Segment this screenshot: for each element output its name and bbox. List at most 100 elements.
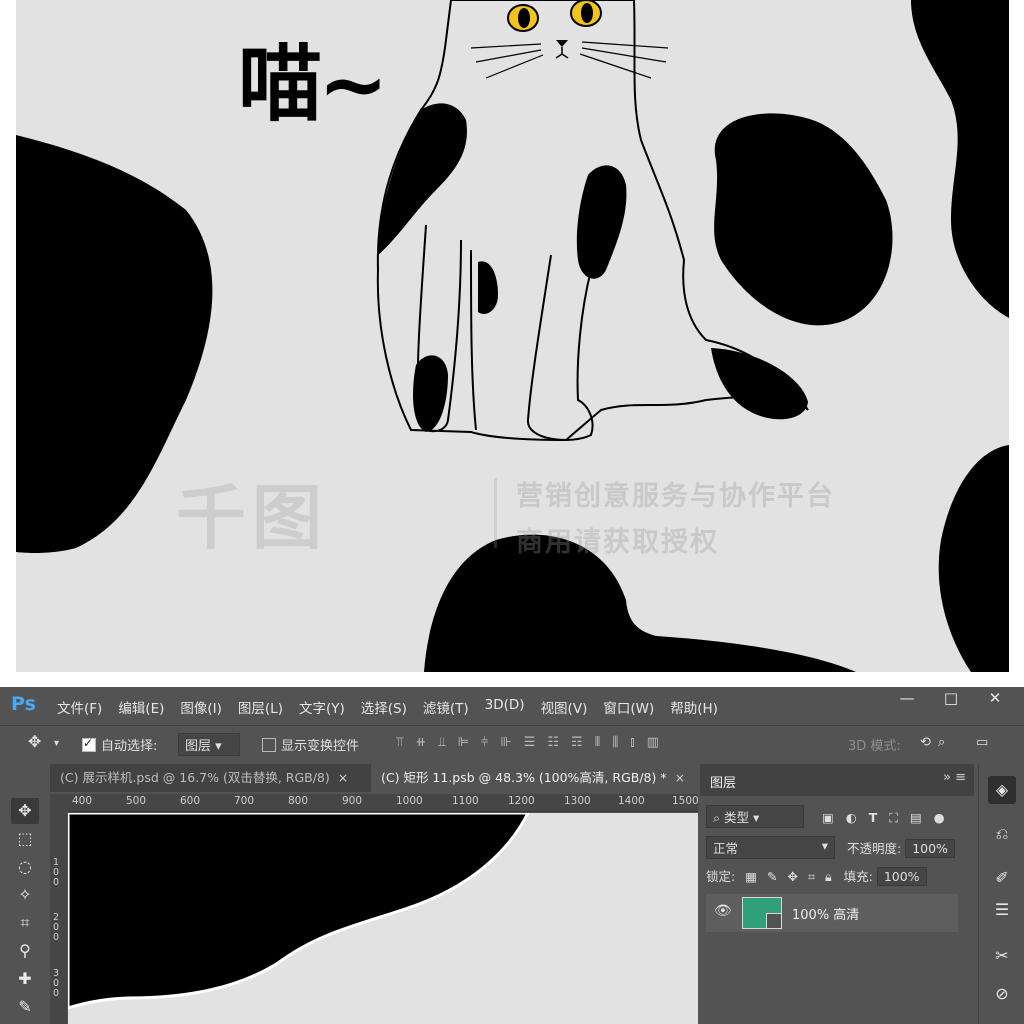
panel-menu-icon[interactable]: » ≡	[943, 770, 966, 785]
filter-toggle-icon[interactable]: ●	[934, 810, 945, 825]
tab-rectangle-11[interactable]: (C) 矩形 11.psb @ 48.3% (100%高清, RGB/8) * ×	[371, 764, 709, 792]
menu-window[interactable]: 窗口(W)	[603, 697, 654, 717]
layers-panel-icon[interactable]: ◈	[988, 776, 1016, 804]
distribute-left-icon[interactable]: ⦀	[595, 735, 601, 750]
show-transform-checkbox[interactable]	[262, 738, 276, 752]
healing-brush-icon[interactable]: ✚	[11, 966, 39, 992]
lock-position-icon[interactable]: ✥	[787, 869, 797, 884]
watermark-license: 商用请获取授权	[516, 527, 719, 558]
align-buttons: ⫪ ⧺ ⫫ ⊫ ⫩ ⊪ ☰ ☷ ☶ ⦀ ⫼ ⫾ ▥	[396, 735, 659, 750]
maximize-button[interactable]: □	[936, 689, 966, 707]
layers-panel-title[interactable]: 图层	[710, 772, 736, 791]
lock-transparent-icon[interactable]: ▦	[745, 869, 757, 884]
vertical-ruler[interactable]: 100 200 300	[50, 811, 67, 1024]
photoshop-window: Ps 文件(F) 编辑(E) 图像(I) 图层(L) 文字(Y) 选择(S) 滤…	[0, 687, 1024, 1024]
adjustments-icon[interactable]: ☰	[988, 896, 1016, 924]
align-right-icon[interactable]: ⊪	[500, 735, 511, 750]
document-canvas[interactable]	[68, 813, 698, 1024]
brush-tool-icon[interactable]: ✎	[11, 994, 39, 1020]
horizontal-ruler[interactable]: 400 500 600 700 800 900 1000 1100 1200 1…	[68, 794, 699, 812]
align-hcenter-icon[interactable]: ⫩	[481, 735, 488, 750]
ruler-tick: 200	[53, 912, 60, 943]
close-button[interactable]: ✕	[980, 689, 1010, 707]
document-tabs: (C) 展示样机.psd @ 16.7% (双击替换, RGB/8) × (C) …	[50, 764, 709, 792]
auto-select-checkbox[interactable]	[82, 736, 96, 752]
brush-settings-icon[interactable]: ✐	[988, 864, 1016, 892]
filter-pixel-icon[interactable]: ▣	[822, 810, 834, 825]
3d-rotate-icon[interactable]: ⟲	[920, 735, 931, 750]
lock-all-icon[interactable]: 🔒︎	[825, 869, 832, 884]
move-tool-icon[interactable]: ✥	[11, 798, 39, 824]
menu-view[interactable]: 视图(V)	[541, 697, 588, 717]
menu-bar: Ps 文件(F) 编辑(E) 图像(I) 图层(L) 文字(Y) 选择(S) 滤…	[0, 687, 1024, 723]
minimize-button[interactable]: —	[892, 689, 922, 707]
align-bottom-icon[interactable]: ⫫	[438, 735, 445, 750]
watermark-logo: 千图	[176, 477, 328, 559]
eyedropper-icon[interactable]: ⚲	[11, 938, 39, 964]
ruler-tick: 500	[126, 795, 147, 807]
magic-wand-icon[interactable]: ✧	[11, 882, 39, 908]
ruler-tick: 1100	[452, 795, 479, 807]
distribute-right-icon[interactable]: ⫾	[630, 735, 634, 750]
lock-brush-icon[interactable]: ✎	[767, 869, 777, 884]
ruler-tick: 300	[53, 968, 60, 999]
blend-mode-dropdown[interactable]: 正常 ▾	[706, 836, 835, 859]
align-left-icon[interactable]: ⊫	[458, 735, 469, 750]
auto-select-option[interactable]: 自动选择:	[82, 735, 157, 754]
eye-icon[interactable]: 👁︎	[714, 903, 732, 919]
filter-smart-icon[interactable]: ▤	[910, 810, 922, 825]
layers-panel-header: 图层 » ≡	[700, 764, 974, 796]
menu-edit[interactable]: 编辑(E)	[118, 697, 164, 717]
crop-tool-icon[interactable]: ⌗	[11, 910, 39, 936]
opacity-input[interactable]: 100%	[905, 839, 955, 858]
layer-filter-dropdown[interactable]: ⌕ 类型 ▾	[706, 805, 804, 828]
ruler-tick: 100	[53, 857, 60, 888]
layer-name[interactable]: 100% 高清	[792, 904, 859, 923]
workspace-icon[interactable]: ▭	[976, 735, 988, 750]
filter-type-icon[interactable]: T	[869, 810, 878, 825]
tools-icon[interactable]: ✂	[988, 942, 1016, 970]
tools-panel: ✥ ⬚ ◌ ✧ ⌗ ⚲ ✚ ✎	[0, 764, 48, 1024]
close-tab-icon[interactable]: ×	[338, 770, 348, 785]
lock-label: 锁定:	[706, 869, 736, 884]
ruler-tick: 400	[72, 795, 93, 807]
align-vcenter-icon[interactable]: ⧺	[415, 735, 426, 750]
lock-artboard-icon[interactable]: ⌗	[808, 869, 815, 884]
marquee-tool-icon[interactable]: ⬚	[11, 826, 39, 852]
menu-layer[interactable]: 图层(L)	[238, 697, 283, 717]
menu-help[interactable]: 帮助(H)	[670, 697, 718, 717]
ruler-tick: 600	[180, 795, 201, 807]
close-tab-icon[interactable]: ×	[675, 770, 685, 785]
distribute-hcenter-icon[interactable]: ⫼	[612, 735, 618, 750]
ruler-corner[interactable]	[50, 794, 68, 811]
filter-adjust-icon[interactable]: ◐	[846, 810, 857, 825]
distribute-top-icon[interactable]: ☰	[524, 735, 536, 750]
menu-3d[interactable]: 3D(D)	[485, 697, 525, 717]
menu-type[interactable]: 文字(Y)	[299, 697, 345, 717]
chevron-down-icon[interactable]: ▾	[54, 738, 59, 749]
properties-icon[interactable]: ⊘	[988, 980, 1016, 1008]
opacity-label: 不透明度:	[846, 841, 902, 856]
auto-select-dropdown[interactable]: 图层 ▾	[178, 733, 240, 756]
history-icon[interactable]: ⎌	[988, 820, 1016, 848]
lock-row: 锁定: ▦ ✎ ✥ ⌗ 🔒︎ 填充: 100%	[706, 866, 972, 890]
menu-filter[interactable]: 滤镜(T)	[423, 697, 469, 717]
tab-showcase-mockup[interactable]: (C) 展示样机.psd @ 16.7% (双击替换, RGB/8) ×	[50, 764, 380, 792]
main-menu: 文件(F) 编辑(E) 图像(I) 图层(L) 文字(Y) 选择(S) 滤镜(T…	[57, 697, 718, 717]
show-transform-option[interactable]: 显示变换控件	[262, 735, 359, 754]
ruler-tick: 1200	[508, 795, 535, 807]
menu-image[interactable]: 图像(I)	[180, 697, 222, 717]
distribute-center-icon[interactable]: ☷	[547, 735, 559, 750]
auto-align-icon[interactable]: ▥	[647, 735, 659, 750]
filter-shape-icon[interactable]: ⛶	[889, 810, 898, 825]
layers-panel: 图层 » ≡ ⌕ 类型 ▾ ▣ ◐ T ⛶ ▤ ● 正常 ▾ 不透明度: 100%…	[700, 764, 974, 1024]
search-icon[interactable]: ⌕	[938, 735, 945, 750]
align-top-icon[interactable]: ⫪	[396, 735, 403, 750]
distribute-bottom-icon[interactable]: ☶	[571, 735, 583, 750]
move-tool-icon[interactable]: ✥	[28, 732, 41, 751]
layer-row[interactable]: 👁︎ 100% 高清	[706, 894, 958, 932]
menu-file[interactable]: 文件(F)	[57, 697, 102, 717]
menu-select[interactable]: 选择(S)	[361, 697, 407, 717]
lasso-tool-icon[interactable]: ◌	[11, 854, 39, 880]
fill-input[interactable]: 100%	[876, 867, 927, 886]
